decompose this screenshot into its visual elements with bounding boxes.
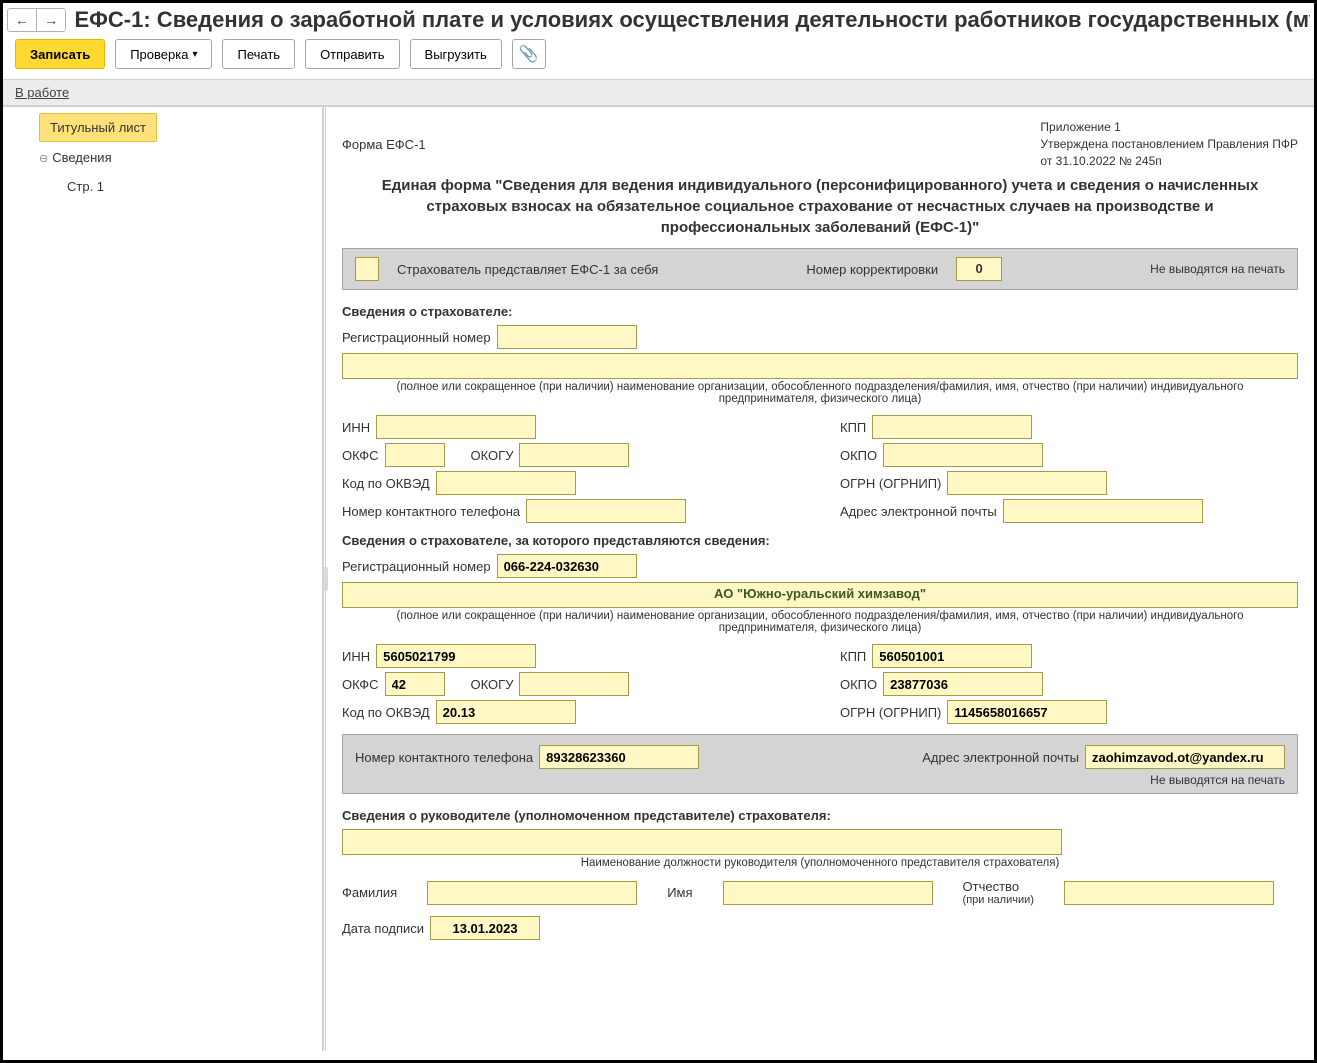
insurer-phone-field[interactable] [526,499,686,523]
insurer-name-field[interactable] [342,353,1298,379]
insurer-name-helper: (полное или сокращенное (при наличии) на… [362,381,1278,405]
insurer-phone-label: Номер контактного телефона [342,504,520,519]
sidebar: Титульный лист Сведения Стр. 1 [3,107,323,1051]
chief-firstname-field[interactable] [723,881,933,905]
insurer-ogrn-label: ОГРН (ОГРНИП) [840,476,941,491]
insurer-kpp-label: КПП [840,420,866,435]
rep-regnum-label: Регистрационный номер [342,559,491,574]
caret-down-icon: ▾ [192,49,197,60]
paperclip-icon: 📎 [519,44,539,64]
approval-line3: от 31.10.2022 № 245п [1040,153,1298,170]
rep-okpo-field[interactable] [883,672,1043,696]
check-button-label: Проверка [130,47,188,62]
rep-email-label: Адрес электронной почты [922,750,1079,765]
form-content: Форма ЕФС-1 Приложение 1 Утверждена пост… [326,107,1314,1051]
chief-lastname-field[interactable] [427,881,637,905]
self-submit-checkbox[interactable] [355,257,379,281]
rep-okogu-field[interactable] [519,672,629,696]
insurer-okpo-label: ОКПО [840,448,877,463]
sidebar-item-data[interactable]: Сведения [29,144,316,171]
self-submit-label: Страхователь представляет ЕФС-1 за себя [397,262,658,277]
chief-patronymic-field[interactable] [1064,881,1274,905]
rep-regnum-field[interactable] [497,554,637,578]
correction-number-field[interactable]: 0 [956,257,1002,281]
insurer-okved-field[interactable] [436,471,576,495]
sign-date-label: Дата подписи [342,921,424,936]
insurer-okfs-field[interactable] [385,443,445,467]
chief-patronymic-label: Отчество [963,879,1020,894]
status-link[interactable]: В работе [15,85,69,100]
insurer-okogu-field[interactable] [519,443,629,467]
sidebar-splitter[interactable] [323,107,326,1051]
rep-inn-label: ИНН [342,649,370,664]
rep-kpp-label: КПП [840,649,866,664]
rep-ogrn-label: ОГРН (ОГРНИП) [840,705,941,720]
rep-okfs-label: ОКФС [342,677,379,692]
chief-patronymic-note: (при наличии) [963,894,1034,906]
insurer-okogu-label: ОКОГУ [471,448,514,463]
chief-position-helper: Наименование должности руководителя (упо… [362,857,1278,869]
export-button[interactable]: Выгрузить [410,39,502,69]
document-title: ЕФС-1: Сведения о заработной плате и усл… [74,7,1310,33]
insurer-okpo-field[interactable] [883,443,1043,467]
insurer-okved-label: Код по ОКВЭД [342,476,430,491]
sign-date-field[interactable] [430,916,540,940]
rep-phone-field[interactable] [539,745,699,769]
rep-contacts-box: Номер контактного телефона Адрес электро… [342,734,1298,794]
insurer-inn-label: ИНН [342,420,370,435]
chief-position-field[interactable] [342,829,1062,855]
insurer-inn-field[interactable] [376,415,536,439]
nav-back-button[interactable]: ← [7,8,37,32]
chief-lastname-label: Фамилия [342,885,397,900]
form-code-label: Форма ЕФС-1 [342,119,426,169]
self-submit-box: Страхователь представляет ЕФС-1 за себя … [342,248,1298,290]
insurer-regnum-field[interactable] [497,325,637,349]
insurer-ogrn-field[interactable] [947,471,1107,495]
insurer-regnum-label: Регистрационный номер [342,330,491,345]
rep-okved-label: Код по ОКВЭД [342,705,430,720]
rep-ogrn-field[interactable] [947,700,1107,724]
send-button[interactable]: Отправить [305,39,399,69]
represented-section-head: Сведения о страхователе, за которого пре… [342,533,1298,548]
save-button[interactable]: Записать [15,39,105,69]
check-button[interactable]: Проверка ▾ [115,39,212,69]
print-button[interactable]: Печать [222,39,295,69]
insurer-kpp-field[interactable] [872,415,1032,439]
rep-name-helper: (полное или сокращенное (при наличии) на… [362,610,1278,634]
insurer-section-head: Сведения о страхователе: [342,304,1298,319]
rep-okpo-label: ОКПО [840,677,877,692]
attach-button[interactable]: 📎 [512,39,546,69]
rep-kpp-field[interactable] [872,644,1032,668]
rep-email-field[interactable] [1085,745,1285,769]
rep-name-field[interactable]: АО "Южно-уральский химзавод" [342,582,1298,608]
approval-line2: Утверждена постановлением Правления ПФР [1040,136,1298,153]
chief-firstname-label: Имя [667,885,692,900]
rep-okfs-field[interactable] [385,672,445,696]
form-main-title: Единая форма "Сведения для ведения индив… [372,175,1268,238]
rep-phone-label: Номер контактного телефона [355,750,533,765]
sidebar-item-titlepage[interactable]: Титульный лист [39,113,157,142]
chief-section-head: Сведения о руководителе (уполномоченном … [342,808,1298,823]
insurer-email-field[interactable] [1003,499,1203,523]
rep-okved-field[interactable] [436,700,576,724]
correction-label: Номер корректировки [806,262,938,277]
nav-forward-button[interactable]: → [37,8,67,32]
insurer-email-label: Адрес электронной почты [840,504,997,519]
rep-okogu-label: ОКОГУ [471,677,514,692]
approval-line1: Приложение 1 [1040,119,1298,136]
sidebar-item-page1[interactable]: Стр. 1 [57,173,316,200]
noprint-note1: Не выводятся на печать [1150,262,1285,276]
noprint-note2: Не выводятся на печать [355,773,1285,787]
insurer-okfs-label: ОКФС [342,448,379,463]
rep-inn-field[interactable] [376,644,536,668]
approval-block: Приложение 1 Утверждена постановлением П… [1040,119,1298,169]
